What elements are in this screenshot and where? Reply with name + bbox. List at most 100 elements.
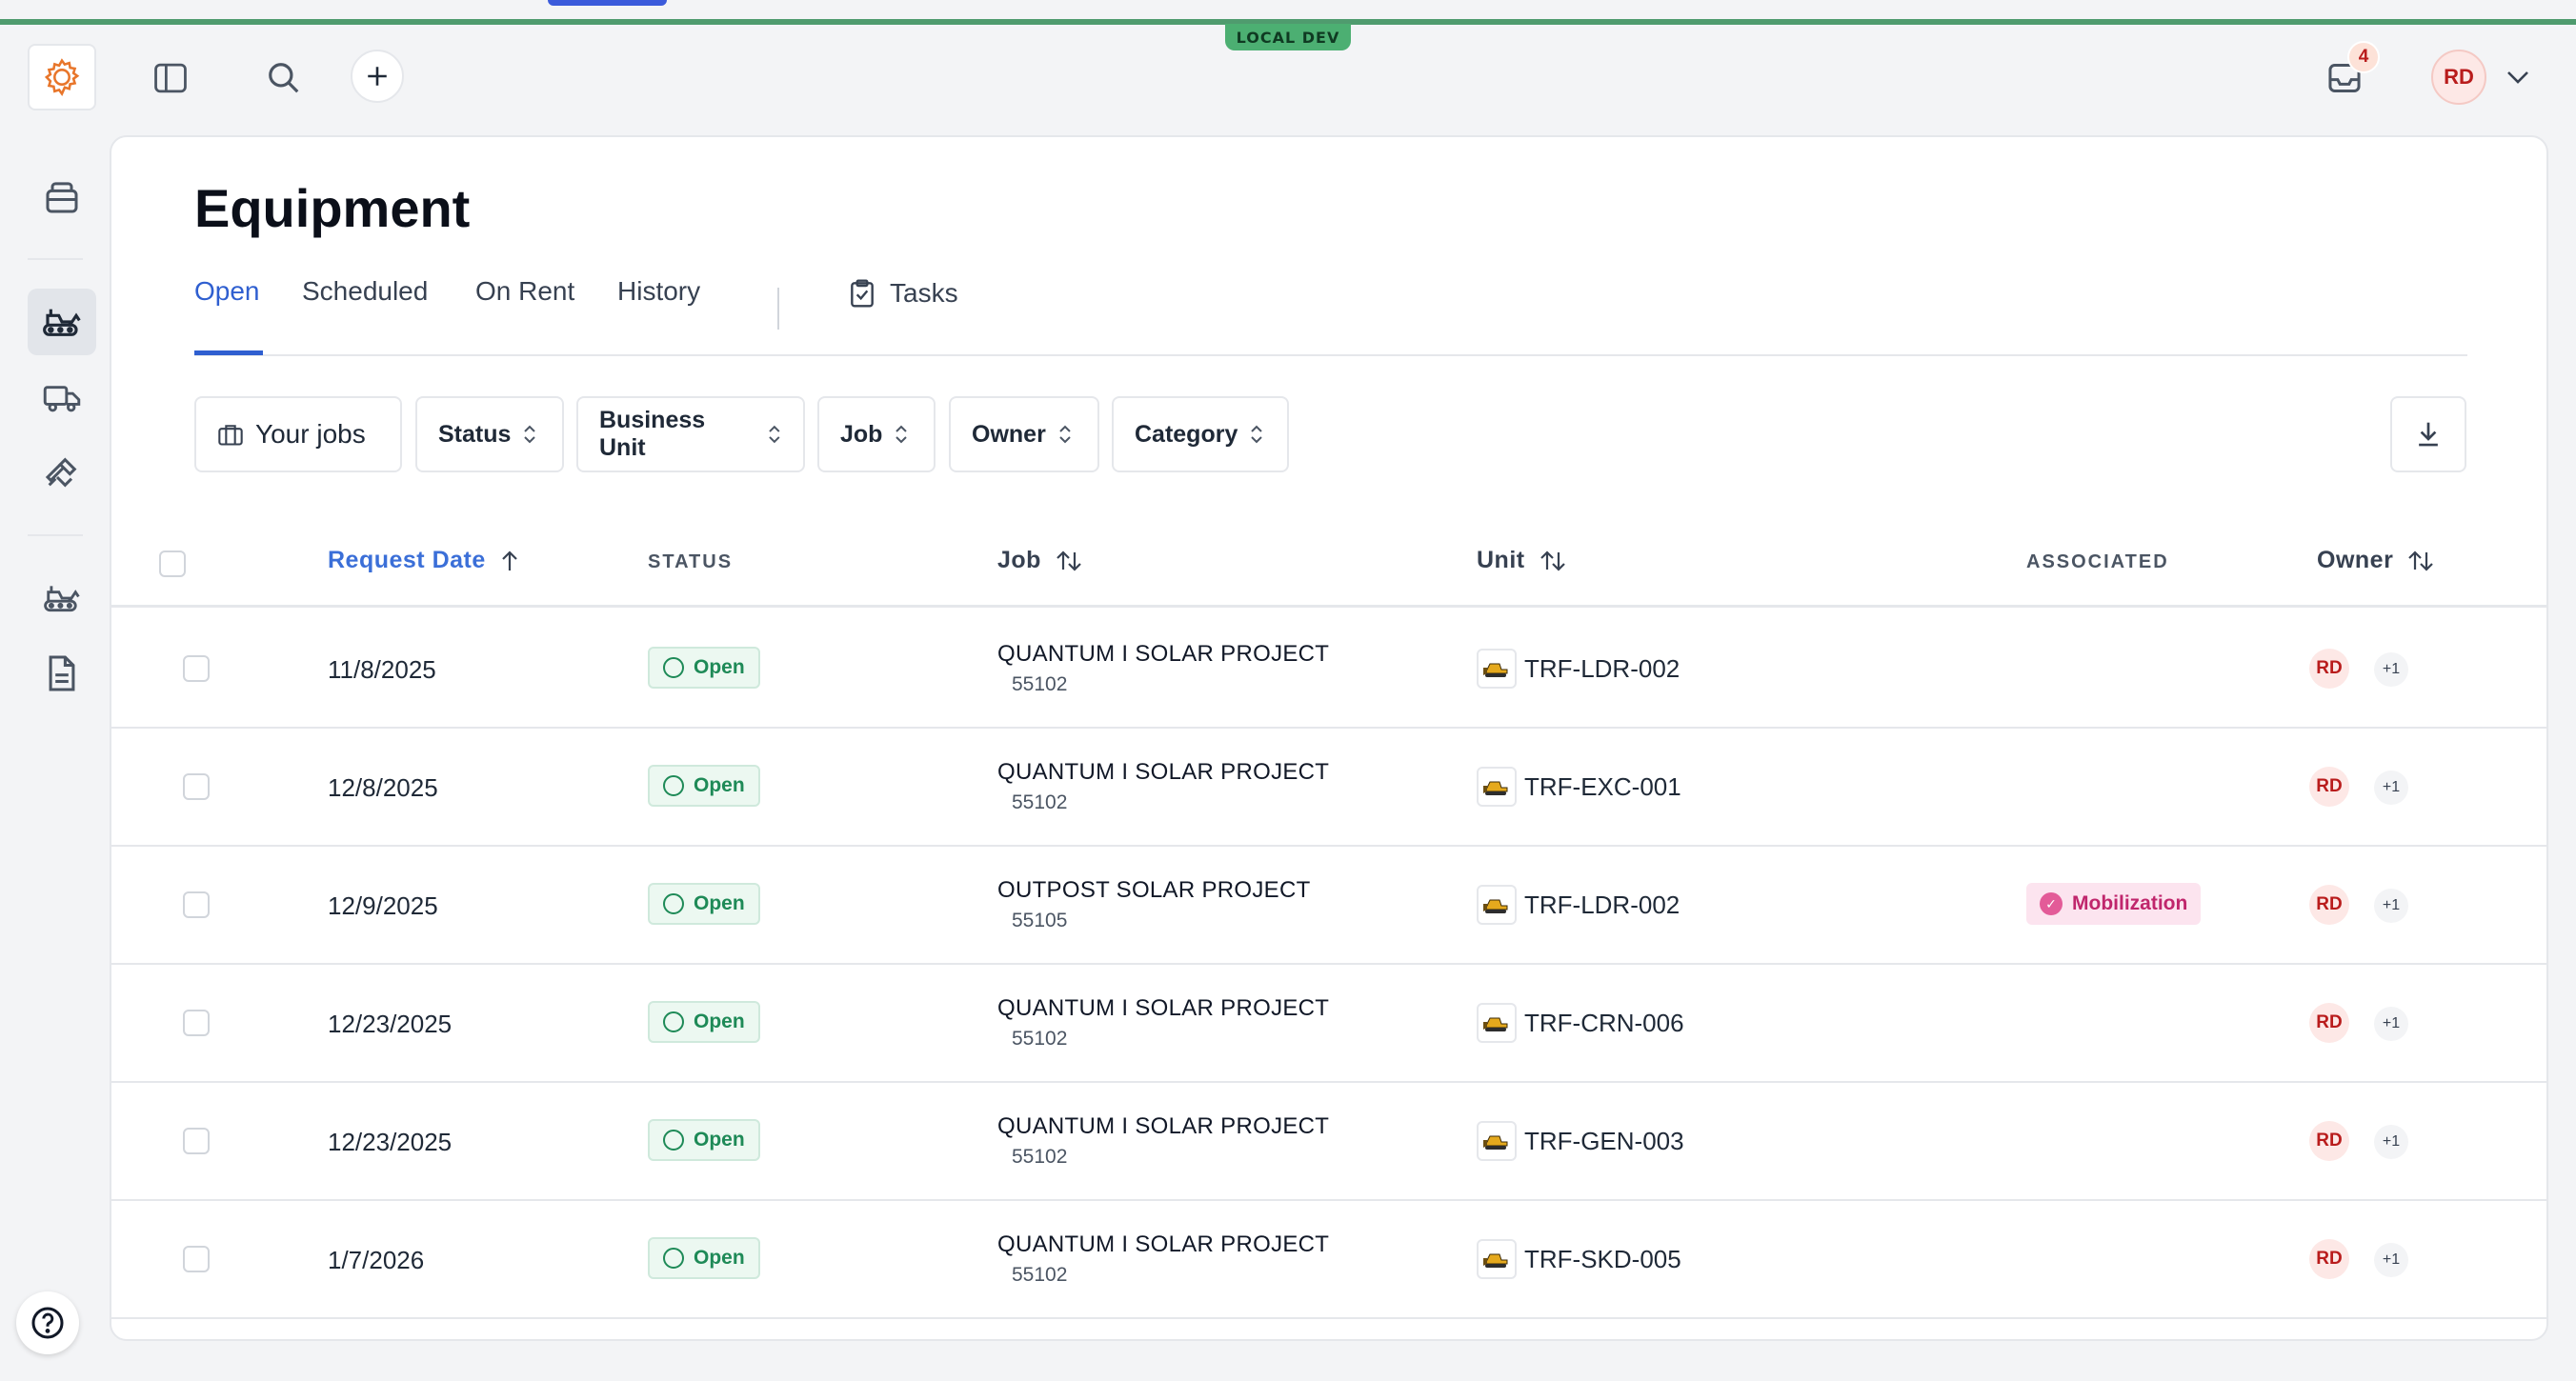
chevron-up-down-icon [1251,425,1263,444]
column-owner[interactable]: Owner [2317,547,2435,574]
job-name[interactable]: QUANTUM I SOLAR PROJECT [997,1113,1329,1140]
nav-documents[interactable] [28,651,96,695]
tab-history[interactable]: History [617,276,700,307]
unit[interactable]: TRF-LDR-002 [1477,885,1680,925]
unit[interactable]: TRF-EXC-001 [1477,767,1681,807]
column-owner-label: Owner [2317,547,2394,573]
status-label: Open [694,1247,745,1269]
nav-deliveries[interactable] [28,377,96,419]
tab-tasks[interactable]: Tasks [848,278,958,309]
owner-avatar[interactable]: RD [2309,767,2349,807]
unit[interactable]: TRF-CRN-006 [1477,1003,1684,1043]
circle-icon [663,1248,684,1269]
nav-divider [28,534,83,536]
tab-open[interactable]: Open [194,276,260,307]
add-button[interactable] [351,50,404,103]
tab-scheduled[interactable]: Scheduled [302,276,428,307]
bulldozer-icon [1477,649,1517,689]
nav-equipment[interactable] [28,289,96,355]
category-filter[interactable]: Category [1112,396,1289,472]
row-checkbox[interactable] [183,1128,210,1154]
user-avatar[interactable]: RD [2431,50,2486,105]
owner-avatar[interactable]: RD [2309,649,2349,689]
owner-avatar[interactable]: RD [2309,1239,2349,1279]
user-menu-toggle[interactable] [2502,63,2534,91]
download-button[interactable] [2390,396,2466,472]
table-row[interactable]: 11/8/2025 Open QUANTUM I SOLAR PROJECT 5… [111,610,2546,729]
row-checkbox[interactable] [183,1010,210,1036]
bulldozer-icon [1477,1121,1517,1161]
download-icon [2419,422,2438,447]
nav-inventory[interactable] [28,170,96,225]
status-label: Open [694,656,745,678]
column-unit-label: Unit [1477,547,1525,573]
unit[interactable]: TRF-SKD-005 [1477,1239,1681,1279]
associated-badge[interactable]: ✓ Mobilization [2026,883,2202,925]
circle-icon [663,1130,684,1151]
status-badge: Open [648,647,760,689]
job-name[interactable]: QUANTUM I SOLAR PROJECT [997,1231,1329,1258]
status-filter-label: Status [438,420,512,448]
business-unit-filter-label: Business Unit [599,407,706,461]
more-owners-badge[interactable]: +1 [2374,652,2408,687]
notification-count: 4 [2347,41,2380,73]
sidebar-toggle-icon [154,63,187,93]
row-checkbox[interactable] [183,1246,210,1272]
more-owners-badge[interactable]: +1 [2374,771,2408,805]
status-filter[interactable]: Status [415,396,564,472]
table-row[interactable]: 12/23/2025 Open QUANTUM I SOLAR PROJECT … [111,1083,2546,1201]
truck-icon [43,386,81,412]
job-number: 55102 [1012,1146,1068,1168]
sidebar-toggle-button[interactable] [149,57,192,99]
job-filter[interactable]: Job [817,396,936,472]
table-row[interactable]: 12/23/2025 Open QUANTUM I SOLAR PROJECT … [111,965,2546,1083]
more-owners-badge[interactable]: +1 [2374,1125,2408,1159]
select-all-checkbox[interactable] [159,550,186,577]
nav-tools[interactable] [28,451,96,493]
table-row[interactable]: 1/7/2026 Open QUANTUM I SOLAR PROJECT 55… [111,1201,2546,1319]
job-name[interactable]: QUANTUM I SOLAR PROJECT [997,759,1329,786]
owner-filter[interactable]: Owner [949,396,1099,472]
job-name[interactable]: QUANTUM I SOLAR PROJECT [997,641,1329,668]
status-label: Open [694,1011,745,1032]
search-button[interactable] [263,57,305,99]
bulldozer-icon [1477,1239,1517,1279]
status-badge: Open [648,883,760,925]
unit[interactable]: TRF-LDR-002 [1477,649,1680,689]
unit[interactable]: TRF-GEN-003 [1477,1121,1684,1161]
unit-label: TRF-SKD-005 [1524,1244,1681,1273]
app-logo[interactable] [28,44,96,110]
row-checkbox[interactable] [183,655,210,682]
owner-avatar[interactable]: RD [2309,1003,2349,1043]
main-panel: Equipment Open Scheduled On Rent History… [110,135,2548,1341]
more-owners-badge[interactable]: +1 [2374,889,2408,923]
job-filter-label: Job [840,420,883,448]
column-unit[interactable]: Unit [1477,547,1567,574]
column-request-date[interactable]: Request Date [328,547,520,574]
nav-equipment-list[interactable] [28,577,96,619]
owner-avatar[interactable]: RD [2309,885,2349,925]
more-owners-badge[interactable]: +1 [2374,1007,2408,1041]
column-job-label: Job [997,547,1041,573]
job-name[interactable]: OUTPOST SOLAR PROJECT [997,877,1311,904]
circle-icon [663,1011,684,1032]
business-unit-filter[interactable]: Business Unit [576,396,805,472]
row-checkbox[interactable] [183,891,210,918]
request-date: 12/23/2025 [328,1010,453,1038]
search-icon [269,63,299,93]
column-job[interactable]: Job [997,547,1083,574]
unit-label: TRF-LDR-002 [1524,653,1680,683]
tab-on-rent[interactable]: On Rent [475,276,574,307]
unit-label: TRF-LDR-002 [1524,890,1680,919]
unit-label: TRF-EXC-001 [1524,771,1681,801]
job-name[interactable]: QUANTUM I SOLAR PROJECT [997,995,1329,1022]
owner-avatar[interactable]: RD [2309,1121,2349,1161]
more-owners-badge[interactable]: +1 [2374,1243,2408,1277]
circle-icon [663,775,684,796]
table-row[interactable]: 12/8/2025 Open QUANTUM I SOLAR PROJECT 5… [111,729,2546,847]
table-row[interactable]: 12/9/2025 Open OUTPOST SOLAR PROJECT 551… [111,847,2546,965]
help-button[interactable] [16,1291,79,1354]
your-jobs-filter[interactable]: Your jobs [194,396,402,472]
row-checkbox[interactable] [183,773,210,800]
chevron-up-down-icon [1059,425,1071,444]
